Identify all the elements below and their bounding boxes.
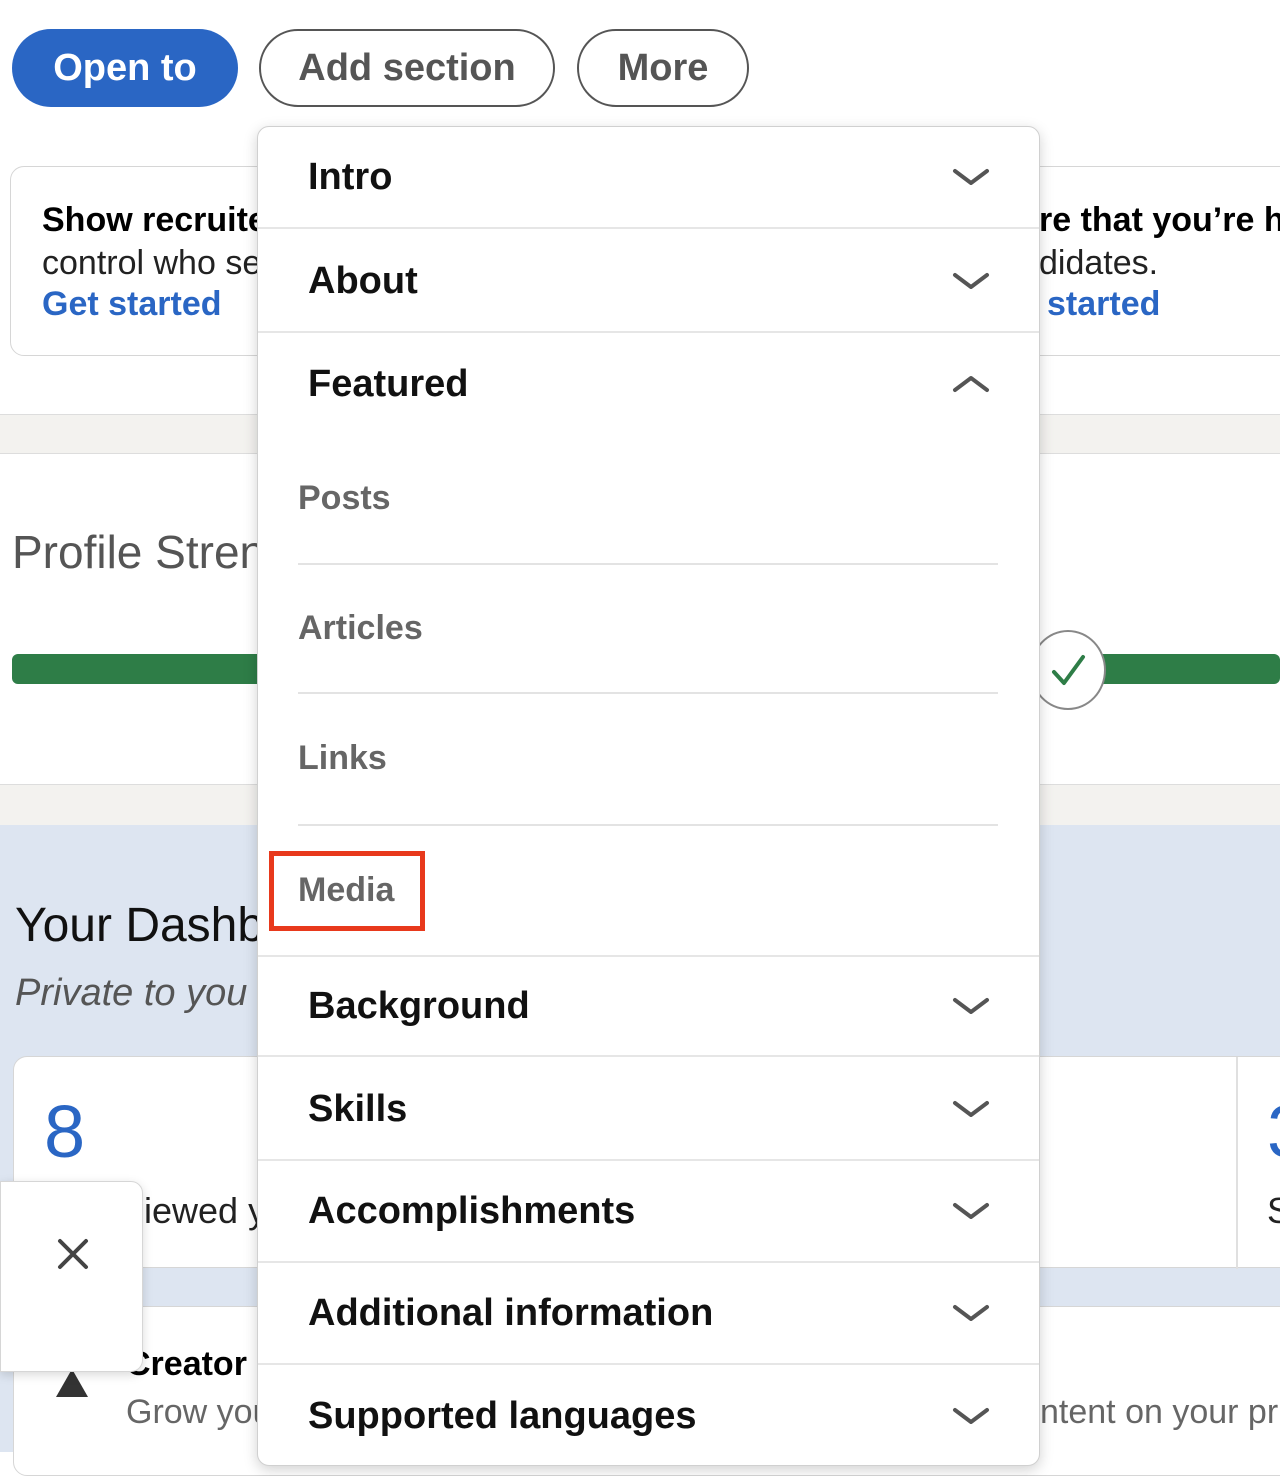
profile-strength-check-icon xyxy=(1030,630,1106,710)
menu-item-additional-information[interactable]: Additional information xyxy=(258,1263,1039,1365)
featured-sub-item-links[interactable]: Links xyxy=(298,693,998,823)
chevron-down-icon xyxy=(953,1408,989,1424)
featured-sub-item-articles-label: Articles xyxy=(298,608,423,647)
dashboard-stat-left-value[interactable]: 8 xyxy=(44,1089,85,1174)
open-to-button[interactable]: Open to xyxy=(12,29,238,107)
chevron-down-icon xyxy=(953,273,989,289)
menu-item-about[interactable]: About xyxy=(258,231,1039,333)
featured-sub-item-posts[interactable]: Posts xyxy=(298,433,998,563)
menu-item-accomplishments[interactable]: Accomplishments xyxy=(258,1161,1039,1263)
banner-left-title: Show recruite xyxy=(42,201,267,239)
banner-right-get-started-link[interactable]: started xyxy=(1047,285,1160,324)
menu-item-additional-information-label: Additional information xyxy=(308,1291,714,1334)
media-highlight-box xyxy=(269,851,425,931)
floating-panel xyxy=(0,1181,143,1372)
menu-item-intro[interactable]: Intro xyxy=(258,127,1039,229)
menu-item-featured[interactable]: Featured xyxy=(258,333,1039,435)
menu-item-supported-languages[interactable]: Supported languages xyxy=(258,1365,1039,1465)
chevron-down-icon xyxy=(953,1203,989,1219)
close-icon[interactable] xyxy=(53,1234,93,1274)
menu-item-intro-label: Intro xyxy=(308,155,393,198)
add-section-button[interactable]: Add section xyxy=(259,29,555,107)
banner-right-body: didates. xyxy=(1039,244,1159,282)
more-button[interactable]: More xyxy=(577,29,749,107)
dashboard-stat-right-label: S xyxy=(1267,1190,1280,1231)
banner-right-title: re that you’re h xyxy=(1039,201,1280,239)
creator-body-left: Grow you xyxy=(126,1393,272,1431)
dashboard-subtitle: Private to you xyxy=(15,972,248,1014)
chevron-down-icon xyxy=(953,1305,989,1321)
menu-item-accomplishments-label: Accomplishments xyxy=(308,1189,636,1232)
chevron-down-icon xyxy=(953,169,989,185)
featured-sub-item-links-label: Links xyxy=(298,738,387,777)
add-section-dropdown: Intro About Featured Posts Articles Link… xyxy=(257,126,1040,1466)
chevron-up-icon xyxy=(953,376,989,392)
menu-item-background[interactable]: Background xyxy=(258,955,1039,1057)
creator-body-right: ntent on your pr xyxy=(1040,1393,1279,1431)
menu-item-skills-label: Skills xyxy=(308,1087,408,1130)
profile-strength-title: Profile Stren xyxy=(12,526,266,578)
dashboard-stat-divider xyxy=(1236,1057,1238,1269)
dashboard-stat-left-label: iewed y xyxy=(144,1190,267,1231)
featured-sub-item-posts-label: Posts xyxy=(298,478,391,517)
banner-left-body: control who se xyxy=(42,244,262,282)
featured-sub-item-articles[interactable]: Articles xyxy=(298,563,998,693)
menu-item-about-label: About xyxy=(308,259,418,302)
creator-title: Creator xyxy=(126,1345,247,1383)
banner-left-get-started-link[interactable]: Get started xyxy=(42,285,222,324)
dashboard-stat-right-value[interactable]: 3 xyxy=(1267,1089,1280,1174)
menu-item-supported-languages-label: Supported languages xyxy=(308,1394,697,1437)
dashboard-title: Your Dashb xyxy=(15,899,265,952)
chevron-down-icon xyxy=(953,1101,989,1117)
menu-item-background-label: Background xyxy=(308,984,530,1027)
chevron-down-icon xyxy=(953,998,989,1014)
menu-item-featured-label: Featured xyxy=(308,362,469,405)
menu-item-skills[interactable]: Skills xyxy=(258,1059,1039,1161)
